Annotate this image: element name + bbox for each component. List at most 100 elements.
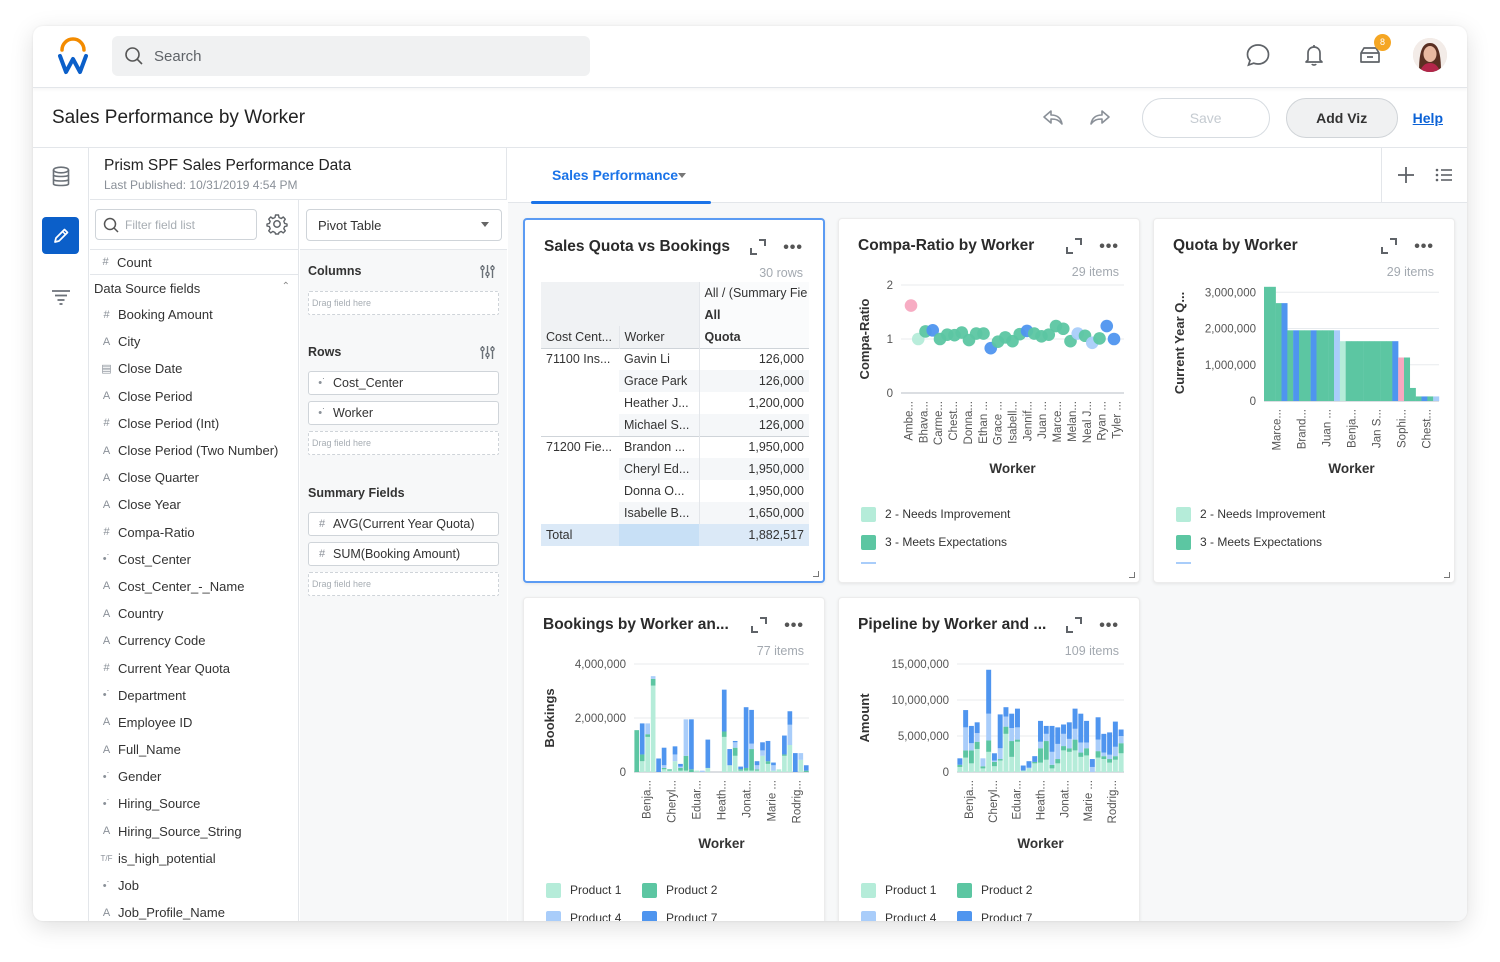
resize-handle[interactable]	[813, 571, 819, 577]
more-options-icon[interactable]: •••	[1099, 238, 1119, 256]
avatar[interactable]	[1413, 38, 1447, 72]
cell-cost-center[interactable]: 71200 Fie...	[541, 435, 619, 458]
bell-icon[interactable]	[1301, 42, 1327, 68]
more-options-icon[interactable]: •••	[1099, 617, 1119, 635]
field-item[interactable]: •˙ Gender	[90, 763, 298, 790]
cell-worker[interactable]: Isabelle B...	[619, 502, 699, 524]
card-compa-ratio[interactable]: Compa-Ratio by Worker ••• 29 items 0 1 2 Co…	[838, 218, 1140, 583]
cell-quota[interactable]: 126,000	[698, 370, 809, 392]
row-pill-cost-center[interactable]: •˙ Cost_Center	[308, 371, 499, 395]
cell-quota[interactable]: 126,000	[698, 347, 809, 370]
cell-cost-center[interactable]	[541, 392, 619, 414]
rail-data-source[interactable]	[42, 158, 79, 195]
more-options-icon[interactable]: •••	[1414, 238, 1434, 256]
rail-edit[interactable]	[42, 217, 79, 254]
expand-icon[interactable]	[749, 238, 767, 256]
row-options-icon[interactable]	[480, 345, 495, 360]
tab-sales-performance[interactable]: Sales Performance	[531, 148, 711, 204]
cell-worker[interactable]: Heather J...	[619, 392, 699, 414]
cell-cost-center[interactable]	[541, 370, 619, 392]
card-pipeline-by-worker[interactable]: Pipeline by Worker and ... ••• 109 items…	[838, 597, 1140, 921]
legend-item[interactable]: Product 1	[861, 876, 957, 904]
gear-icon[interactable]	[266, 213, 288, 235]
filter-field-input[interactable]: Filter field list	[95, 209, 257, 240]
cell-quota[interactable]: 1,950,000	[698, 458, 809, 480]
chevron-up-icon[interactable]: ⌃	[282, 281, 290, 292]
legend-item[interactable]: Product 7	[957, 904, 1053, 921]
pivot-col-header[interactable]: All / (Summary Fie	[698, 282, 809, 304]
field-item[interactable]: A Employee ID	[90, 709, 298, 736]
field-item[interactable]: A Close Period	[90, 383, 298, 410]
rail-filter[interactable]	[42, 278, 79, 315]
field-item[interactable]: A City	[90, 328, 298, 355]
field-item[interactable]: A Close Period (Two Number)	[90, 437, 298, 464]
expand-icon[interactable]	[1065, 237, 1083, 255]
cell-worker[interactable]: Cheryl Ed...	[619, 458, 699, 480]
field-count[interactable]: # Count	[90, 249, 298, 275]
cell-worker[interactable]: Donna O...	[619, 480, 699, 502]
field-item[interactable]: A Cost_Center_-_Name	[90, 573, 298, 600]
add-viz-button[interactable]: Add Viz	[1285, 98, 1398, 138]
legend-item[interactable]: Product 4	[546, 904, 642, 921]
save-button[interactable]: Save	[1141, 98, 1270, 138]
expand-icon[interactable]	[750, 616, 768, 634]
chat-icon[interactable]	[1245, 42, 1271, 68]
legend-item[interactable]: Product 2	[642, 876, 738, 904]
field-item[interactable]: T/F is_high_potential	[90, 845, 298, 872]
columns-drop-zone[interactable]: Drag field here	[308, 291, 499, 315]
more-options-icon[interactable]: •••	[784, 617, 804, 635]
legend-item[interactable]: 2 - Needs Improvement	[861, 500, 1010, 528]
cell-cost-center[interactable]	[541, 414, 619, 436]
cell-worker[interactable]: Brandon ...	[619, 435, 699, 458]
field-item[interactable]: ▤ Close Date	[90, 355, 298, 382]
legend-item[interactable]: Product 1	[546, 876, 642, 904]
summary-pill-sum-booking[interactable]: # SUM(Booking Amount)	[308, 542, 499, 566]
cell-quota[interactable]: 1,950,000	[698, 480, 809, 502]
col-quota[interactable]: Quota	[698, 326, 809, 348]
field-item[interactable]: A Close Quarter	[90, 464, 298, 491]
inbox-button[interactable]: 8	[1357, 34, 1391, 68]
cell-quota[interactable]: 1,650,000	[698, 502, 809, 524]
field-item[interactable]: # Current Year Quota	[90, 654, 298, 681]
cell-quota[interactable]: 1,950,000	[698, 435, 809, 458]
expand-icon[interactable]	[1065, 616, 1083, 634]
field-item[interactable]: •˙ Cost_Center	[90, 546, 298, 573]
rows-drop-zone[interactable]: Drag field here	[308, 431, 499, 455]
cell-worker[interactable]: Grace Park	[619, 370, 699, 392]
field-item[interactable]: A Currency Code	[90, 627, 298, 654]
cell-worker[interactable]: Gavin Li	[619, 347, 699, 370]
legend-item[interactable]: Product 4	[861, 904, 957, 921]
card-sales-quota-vs-bookings[interactable]: Sales Quota vs Bookings ••• 30 rows All …	[523, 218, 825, 583]
col-worker[interactable]: Worker	[618, 326, 699, 348]
pivot-col-header[interactable]: All	[698, 304, 809, 326]
redo-icon[interactable]	[1088, 106, 1112, 130]
legend-item[interactable]: Product 2	[957, 876, 1053, 904]
cell-cost-center[interactable]	[541, 458, 619, 480]
cell-quota[interactable]: 1,200,000	[698, 392, 809, 414]
field-item[interactable]: # Booking Amount	[90, 301, 298, 328]
field-item[interactable]: # Compa-Ratio	[90, 519, 298, 546]
cell-quota[interactable]: 126,000	[698, 414, 809, 436]
cell-cost-center[interactable]	[541, 502, 619, 524]
legend-item[interactable]: 2 - Needs Improvement	[1176, 500, 1325, 528]
resize-handle[interactable]	[1444, 572, 1450, 578]
field-item[interactable]: # Close Period (Int)	[90, 410, 298, 437]
caret-down-icon[interactable]	[678, 173, 686, 178]
field-item[interactable]: A Country	[90, 600, 298, 627]
field-item[interactable]: •˙ Job	[90, 872, 298, 899]
legend-item[interactable]: 3 - Meets Expectations	[861, 528, 1010, 556]
workday-logo[interactable]	[57, 37, 89, 75]
row-pill-worker[interactable]: •˙ Worker	[308, 401, 499, 425]
data-source-fields-section[interactable]: Data Source fields ⌃	[90, 276, 298, 301]
field-item[interactable]: A Close Year	[90, 491, 298, 518]
column-options-icon[interactable]	[480, 264, 495, 279]
more-options-icon[interactable]: •••	[783, 239, 803, 257]
cell-cost-center[interactable]	[541, 480, 619, 502]
viz-type-select[interactable]: Pivot Table	[306, 209, 502, 241]
plus-icon[interactable]	[1395, 164, 1417, 186]
expand-icon[interactable]	[1380, 237, 1398, 255]
search-input[interactable]: Search	[112, 36, 590, 76]
summary-drop-zone[interactable]: Drag field here	[308, 572, 499, 596]
field-item[interactable]: A Hiring_Source_String	[90, 818, 298, 845]
legend-item[interactable]: 3 - Meets Expectations	[1176, 528, 1325, 556]
